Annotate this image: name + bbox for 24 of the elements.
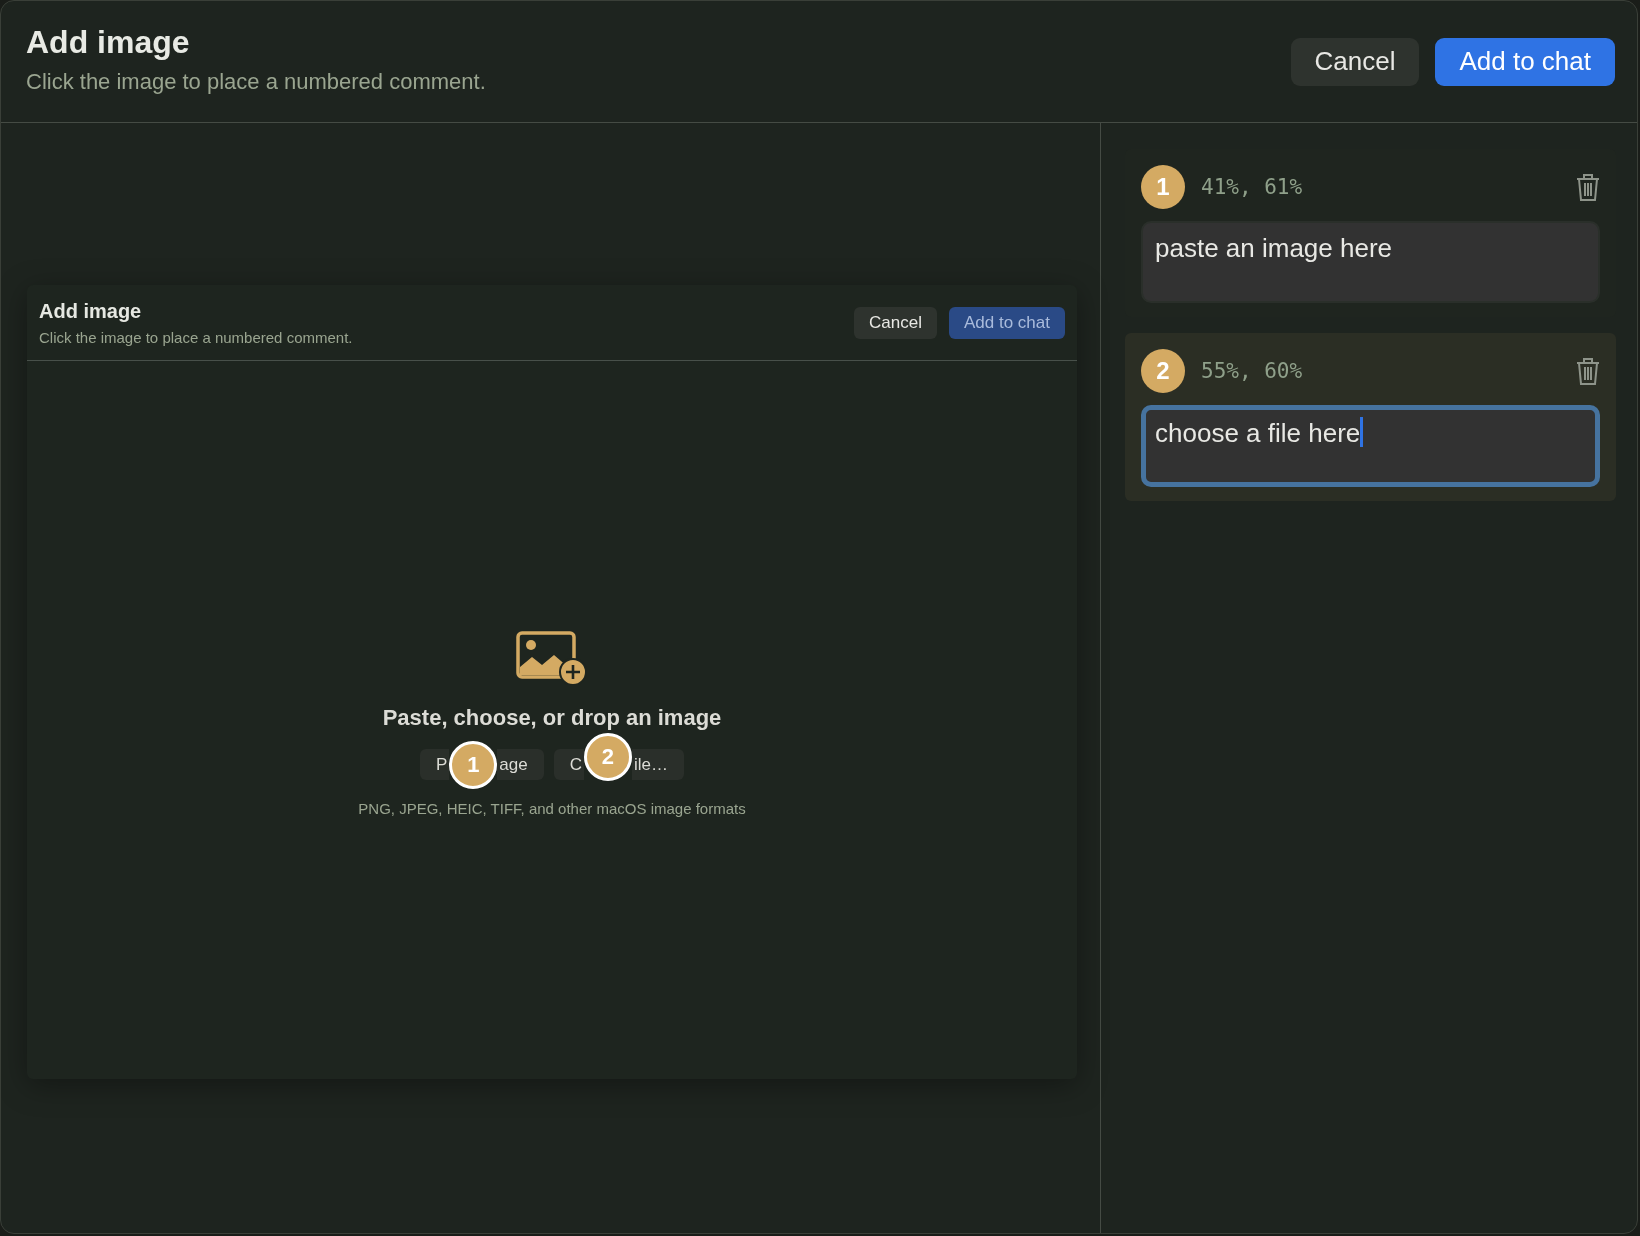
trash-icon[interactable] bbox=[1576, 173, 1600, 201]
comment-field[interactable]: paste an image here bbox=[1141, 221, 1600, 303]
add-image-icon bbox=[516, 631, 588, 685]
comment-position: 41%, 61% bbox=[1201, 175, 1304, 199]
dialog-subtitle: Click the image to place a numbered comment. bbox=[26, 69, 486, 95]
button-fragment[interactable]: age bbox=[497, 749, 544, 780]
preview-title: Add image bbox=[39, 299, 143, 323]
trash-icon[interactable] bbox=[1576, 357, 1600, 385]
text-cursor bbox=[1360, 417, 1364, 447]
formats-hint: PNG, JPEG, HEIC, TIFF, and other macOS image formats bbox=[358, 800, 746, 817]
add-to-chat-button[interactable]: Add to chat bbox=[1435, 37, 1615, 86]
button-fragment[interactable]: ile… bbox=[632, 749, 684, 780]
button-fragment[interactable]: C bbox=[553, 749, 584, 780]
add-to-chat-button[interactable]: Add to chat bbox=[949, 306, 1065, 339]
button-fragment[interactable]: P bbox=[420, 749, 450, 780]
cancel-button[interactable]: Cancel bbox=[854, 306, 937, 339]
preview-subtitle: Click the image to place a numbered comment. bbox=[39, 328, 353, 346]
cancel-button[interactable]: Cancel bbox=[1290, 37, 1420, 86]
comment-number: 2 bbox=[1141, 349, 1185, 393]
comment-position: 55%, 60% bbox=[1201, 359, 1304, 383]
comment-field[interactable]: choose a file here bbox=[1141, 405, 1600, 487]
comment-number: 1 bbox=[1141, 165, 1185, 209]
drop-heading: Paste, choose, or drop an image bbox=[382, 705, 722, 731]
dialog-title: Add image bbox=[26, 24, 191, 61]
